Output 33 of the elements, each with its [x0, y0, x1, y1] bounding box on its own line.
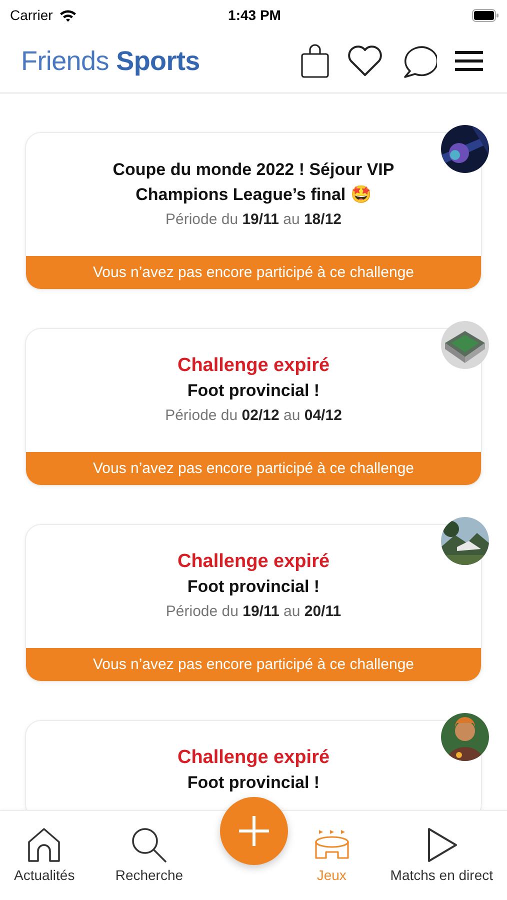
wifi-icon	[58, 8, 77, 22]
plus-icon	[238, 815, 270, 847]
tab-button[interactable]: Recherche	[109, 823, 190, 889]
carrier-name: Carrier	[10, 7, 53, 23]
tab-button[interactable]: Matchs en direct	[384, 823, 499, 889]
challenge-title: Foot provincial !	[186, 772, 321, 794]
battery-icon	[472, 8, 499, 22]
participation-banner: Vous n’avez pas encore participé à ce challenge	[26, 256, 481, 289]
expired-label: Challenge expiré	[176, 550, 331, 574]
challenge-card[interactable]: Coupe du monde 2022 ! Séjour VIP Champions League’s final 🤩 Période du 19/11 au 18/12 Vous n’avez pas encore participé à ce challenge	[25, 132, 482, 290]
chat-bubble-icon[interactable]	[401, 44, 437, 78]
heart-icon[interactable]	[347, 45, 383, 77]
challenge-card[interactable]: Challenge expiré Foot provincial ! Période du 19/11 au 20/11 Vous n’avez pas encore participé à ce challenge	[25, 524, 482, 682]
expired-label: Challenge expiré	[176, 746, 331, 770]
menu-icon[interactable]	[455, 50, 483, 72]
challenge-title: Coupe du monde 2022 ! Séjour VIP Champions League’s final 🤩	[112, 159, 396, 206]
participation-banner: Vous n’avez pas encore participé à ce challenge	[26, 452, 481, 485]
play-icon	[426, 827, 458, 863]
home-icon	[27, 827, 62, 863]
participation-banner: Vous n’avez pas encore participé à ce challenge	[26, 648, 481, 681]
clock-time: 1:43 PM	[228, 7, 281, 23]
challenge-period: Période du 19/11 au 20/11	[164, 602, 342, 622]
challenge-period: Période du 02/12 au 04/12	[164, 406, 343, 426]
expired-label: Challenge expiré	[176, 354, 331, 378]
challenge-title: Foot provincial !	[186, 380, 321, 402]
app-logo: Friends Sports	[21, 46, 200, 76]
search-icon	[131, 827, 168, 863]
tab-button[interactable]: Actualités	[8, 823, 81, 889]
add-button[interactable]	[220, 797, 288, 865]
challenge-period: Période du 19/11 au 18/12	[164, 210, 343, 230]
challenge-title: Foot provincial !	[186, 576, 321, 598]
shopping-bag-icon[interactable]	[301, 44, 329, 78]
challenge-card[interactable]: Challenge expiré Foot provincial ! Période du 02/12 au 04/12 Vous n’avez pas encore participé à ce challenge	[25, 328, 482, 486]
